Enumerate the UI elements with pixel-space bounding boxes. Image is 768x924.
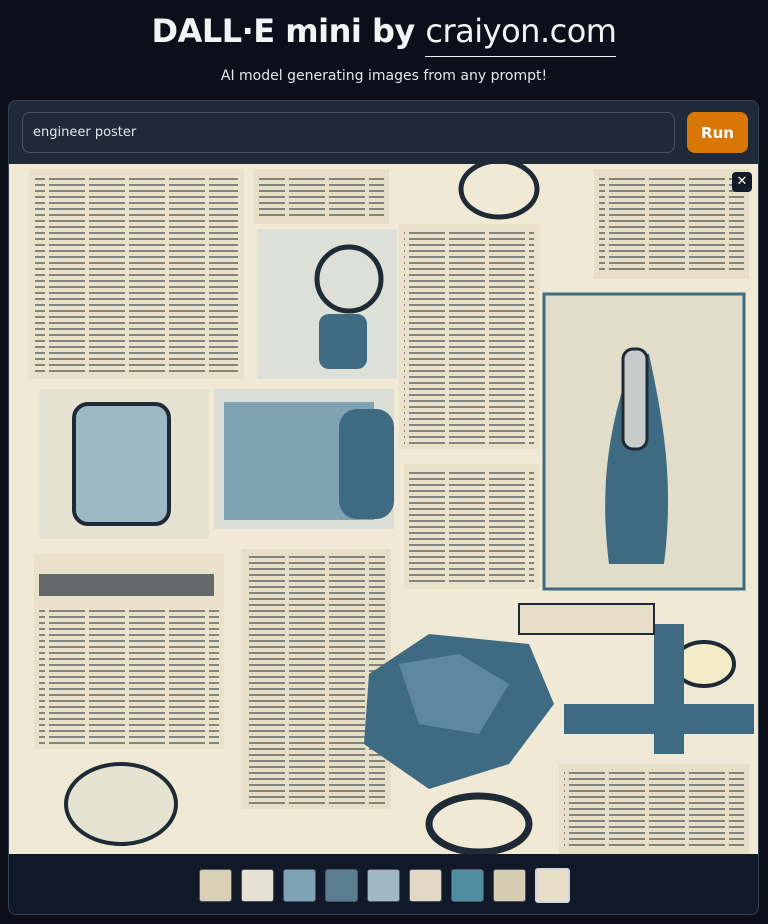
run-button[interactable]: Run <box>687 112 748 153</box>
close-icon[interactable]: ✕ <box>732 172 752 192</box>
generator-panel: Run <box>8 100 759 915</box>
title-prefix: DALL·E mini by <box>151 12 426 50</box>
craiyon-link[interactable]: craiyon.com <box>425 12 617 57</box>
subtitle: AI model generating images from any prom… <box>220 68 548 84</box>
generated-image-art <box>9 164 758 854</box>
thumbnail-6[interactable] <box>409 868 442 902</box>
thumbnail-3[interactable] <box>283 868 316 902</box>
thumbnail-1[interactable] <box>199 868 232 902</box>
generated-image[interactable]: ✕ <box>9 164 758 854</box>
thumbnail-strip <box>9 854 758 914</box>
thumbnail-8[interactable] <box>493 868 526 902</box>
thumbnail-9[interactable] <box>535 867 570 903</box>
prompt-input[interactable] <box>22 112 675 153</box>
thumbnail-7[interactable] <box>451 868 484 902</box>
header: DALL·E mini by craiyon.com AI model gene… <box>0 0 768 84</box>
page-title: DALL·E mini by craiyon.com <box>0 12 768 57</box>
thumbnail-5[interactable] <box>367 868 400 902</box>
thumbnail-4[interactable] <box>325 868 358 902</box>
thumbnail-2[interactable] <box>241 868 274 902</box>
